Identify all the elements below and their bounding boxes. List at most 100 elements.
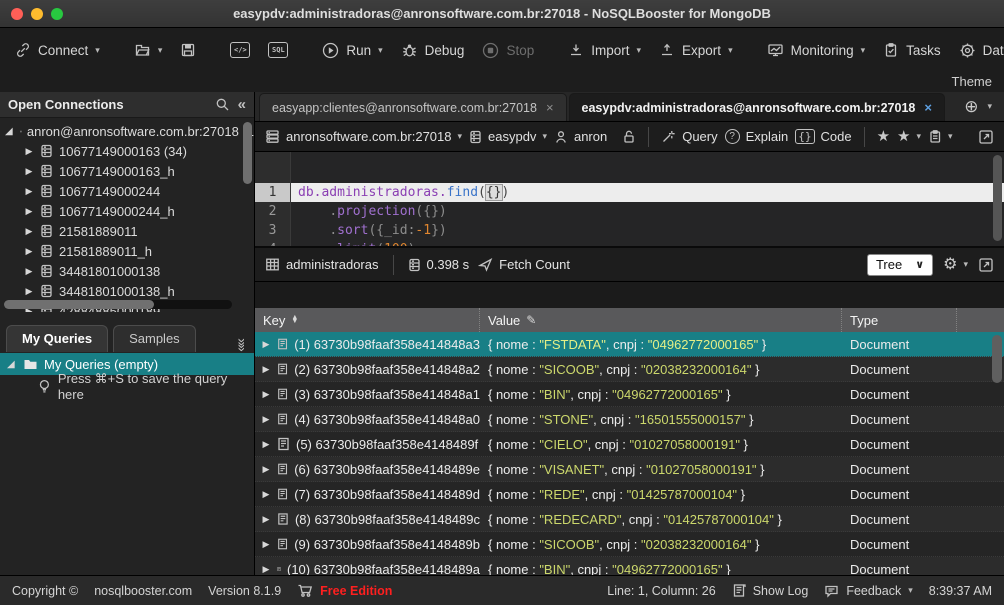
tree-horizontal-scrollbar[interactable] xyxy=(4,300,232,309)
chevrons-down-icon[interactable]: «« xyxy=(232,336,248,352)
tab-my-queries[interactable]: My Queries xyxy=(6,325,108,352)
open-in-window-icon[interactable] xyxy=(978,257,994,273)
search-icon[interactable] xyxy=(215,97,230,112)
query-button[interactable]: Query xyxy=(661,129,717,144)
collapsed-icon[interactable]: ▶ xyxy=(261,389,271,400)
results-settings-button[interactable]: ⚙ ▾ xyxy=(943,257,968,273)
snippets-button[interactable]: </> xyxy=(221,35,259,65)
collapsed-icon[interactable]: ▶ xyxy=(261,414,271,425)
table-row[interactable]: ▶(3) 63730b98faaf358e414848a1 { nome : "… xyxy=(255,382,1004,407)
collapsed-icon[interactable]: ▶ xyxy=(24,246,34,257)
upgrade-item[interactable]: Free Edition xyxy=(297,583,392,598)
connect-button[interactable]: Connect ▾ xyxy=(6,35,109,65)
expanded-icon[interactable]: ◢ xyxy=(7,359,17,370)
column-header-value[interactable]: Value ✎ xyxy=(480,308,842,332)
database-item[interactable]: ▶ 10677149000163_h xyxy=(0,161,254,181)
save-button[interactable] xyxy=(171,35,205,65)
table-row[interactable]: ▶(4) 63730b98faaf358e414848a0 { nome : "… xyxy=(255,407,1004,432)
collapsed-icon[interactable]: ▶ xyxy=(261,539,271,550)
database-item[interactable]: ▶ 10677149000244_h xyxy=(0,201,254,221)
table-row[interactable]: ▶(1) 63730b98faaf358e414848a3 { nome : "… xyxy=(255,332,1004,357)
database-item[interactable]: ▶ 21581889011_h xyxy=(0,241,254,261)
expanded-icon[interactable]: ◢ xyxy=(5,126,15,137)
unlock-button[interactable] xyxy=(622,129,636,144)
sort-icon[interactable]: ▲▼ xyxy=(291,316,298,324)
tab-list-caret-icon[interactable]: ▾ xyxy=(987,102,992,111)
close-tab-icon[interactable]: × xyxy=(924,100,932,115)
history-button[interactable]: ▾ xyxy=(928,129,953,144)
editor-scrollbar[interactable] xyxy=(993,155,1002,241)
collapsed-icon[interactable]: ▶ xyxy=(24,166,34,177)
show-log-button[interactable]: Show Log xyxy=(732,583,809,598)
table-row[interactable]: ▶(2) 63730b98faaf358e414848a2 { nome : "… xyxy=(255,357,1004,382)
fetch-count-button[interactable]: Fetch Count xyxy=(478,257,570,272)
tab-easyapp-clientes[interactable]: easyapp:clientes@anronsoftware.com.br:27… xyxy=(259,93,567,121)
result-collection[interactable]: administradoras xyxy=(265,257,379,272)
code-button[interactable]: {} Code xyxy=(795,129,851,144)
collapsed-icon[interactable]: ▶ xyxy=(261,364,271,375)
new-tab-icon[interactable]: ⊕ xyxy=(964,98,978,115)
code-line-2[interactable]: 2 .projection({}) xyxy=(255,202,1004,221)
breadcrumb-database[interactable]: easypdv ▾ xyxy=(469,129,547,144)
database-item[interactable]: ▶ 34481801000138_h xyxy=(0,281,254,301)
code-line-4[interactable]: 4 .limit(100) xyxy=(255,240,1004,248)
close-window-button[interactable] xyxy=(11,8,23,20)
monitoring-button[interactable]: Monitoring ▾ xyxy=(758,35,875,65)
database-item[interactable]: ▶ 10677149000163 (34) xyxy=(0,141,254,161)
open-in-window-icon[interactable] xyxy=(978,129,994,145)
connection-root[interactable]: ◢ anron@anronsoftware.com.br:27018 (1 xyxy=(0,121,254,141)
code-line-1[interactable]: 1 db.administradoras.find({}) xyxy=(255,183,1004,202)
feedback-button[interactable]: Feedback ▾ xyxy=(824,584,912,598)
table-row[interactable]: ▶(9) 63730b98faaf358e4148489b { nome : "… xyxy=(255,532,1004,557)
database-item[interactable]: ▶ 34481801000138 xyxy=(0,261,254,281)
collapsed-icon[interactable]: ▶ xyxy=(261,564,271,575)
maximize-window-button[interactable] xyxy=(51,8,63,20)
collapsed-icon[interactable]: ▶ xyxy=(24,226,34,237)
run-button[interactable]: Run ▾ xyxy=(313,35,391,65)
collapsed-icon[interactable]: ▶ xyxy=(24,146,34,157)
favorite-button[interactable]: ★ xyxy=(877,129,890,144)
explain-button[interactable]: ? Explain xyxy=(725,129,789,144)
table-row[interactable]: ▶(6) 63730b98faaf358e4148489e { nome : "… xyxy=(255,457,1004,482)
table-row[interactable]: ▶(8) 63730b98faaf358e4148489c { nome : "… xyxy=(255,507,1004,532)
free-edition-label[interactable]: Free Edition xyxy=(320,584,392,598)
collapsed-icon[interactable]: ▶ xyxy=(24,206,34,217)
breadcrumb-user[interactable]: anron xyxy=(554,129,607,144)
tab-easypdv-administradoras[interactable]: easypdv:administradoras@anronsoftware.co… xyxy=(569,93,945,121)
scrollbar-thumb[interactable] xyxy=(4,300,154,309)
close-tab-icon[interactable]: × xyxy=(546,100,554,115)
collapsed-icon[interactable]: ▶ xyxy=(261,514,271,525)
minimize-window-button[interactable] xyxy=(31,8,43,20)
open-file-button[interactable]: ▾ xyxy=(125,35,172,65)
collapsed-icon[interactable]: ▶ xyxy=(261,339,271,350)
tab-samples[interactable]: Samples xyxy=(113,325,196,352)
website-link[interactable]: nosqlbooster.com xyxy=(94,584,192,598)
table-row[interactable]: ▶(5) 63730b98faaf358e4148489f { nome : "… xyxy=(255,432,1004,457)
tree-vertical-scrollbar[interactable] xyxy=(243,122,252,184)
favorites-list-button[interactable]: ★ ▾ xyxy=(897,129,921,144)
export-button[interactable]: Export ▾ xyxy=(650,35,742,65)
tasks-button[interactable]: Tasks xyxy=(874,35,950,65)
table-row[interactable]: ▶(10) 63730b98faaf358e4148489a { nome : … xyxy=(255,557,1004,575)
import-button[interactable]: Import ▾ xyxy=(559,35,650,65)
debug-button[interactable]: Debug xyxy=(392,35,474,65)
collapse-sidebar-icon[interactable]: « xyxy=(238,97,246,112)
collapsed-icon[interactable]: ▶ xyxy=(24,266,34,277)
column-header-key[interactable]: Key ▲▼ xyxy=(255,308,480,332)
column-header-type[interactable]: Type xyxy=(842,308,957,332)
sql-query-button[interactable]: SQL xyxy=(259,35,297,65)
collapsed-icon[interactable]: ▶ xyxy=(261,464,271,475)
database-item[interactable]: ▶ 10677149000244 xyxy=(0,181,254,201)
theme-label[interactable]: Theme xyxy=(952,74,992,89)
view-mode-select[interactable]: Tree ∨ xyxy=(867,254,933,276)
collapsed-icon[interactable]: ▶ xyxy=(24,186,34,197)
datagen-button[interactable]: DataGen xyxy=(950,35,1004,65)
collapsed-icon[interactable]: ▶ xyxy=(261,489,271,500)
collapsed-icon[interactable]: ▶ xyxy=(261,439,271,450)
table-vertical-scrollbar[interactable] xyxy=(992,335,1002,383)
table-row[interactable]: ▶(7) 63730b98faaf358e4148489d { nome : "… xyxy=(255,482,1004,507)
database-item[interactable]: ▶ 21581889011 xyxy=(0,221,254,241)
collapsed-icon[interactable]: ▶ xyxy=(24,286,34,297)
query-editor[interactable]: 1 db.administradoras.find({}) 2 .project… xyxy=(255,152,1004,248)
breadcrumb-server[interactable]: anronsoftware.com.br:27018 ▾ xyxy=(265,129,462,144)
